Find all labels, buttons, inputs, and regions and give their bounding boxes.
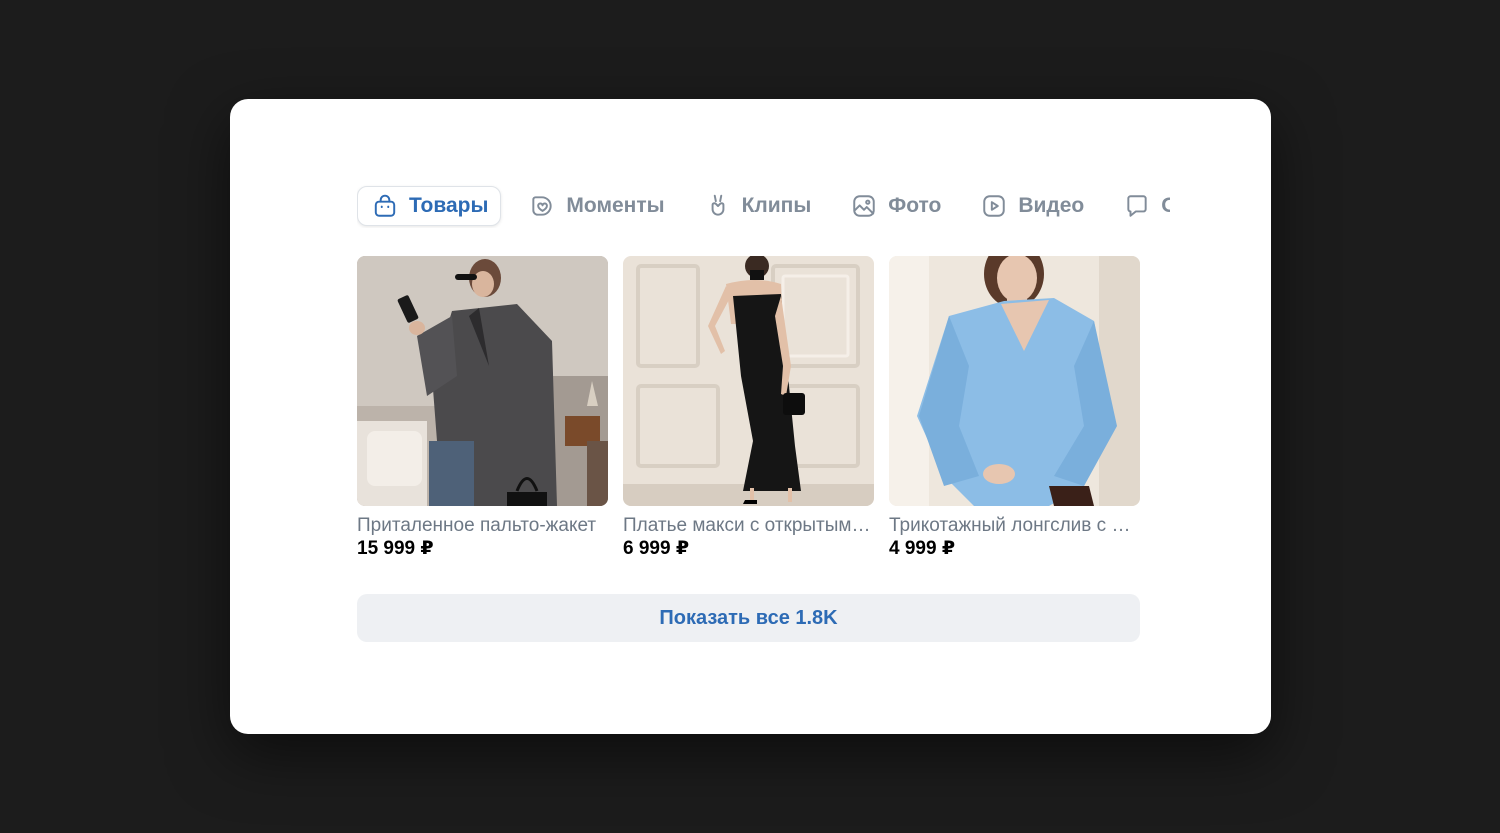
product-image-blue-longsleeve[interactable] xyxy=(889,256,1140,506)
product-card[interactable]: Трикотажный лонгслив с асимметричным выр… xyxy=(889,256,1140,561)
photo-icon xyxy=(850,192,878,220)
product-image-grey-blazer[interactable] xyxy=(357,256,608,506)
show-all-button[interactable]: Показать все 1.8K xyxy=(357,594,1140,642)
tab-moments[interactable]: Моменты xyxy=(515,186,676,226)
tab-video[interactable]: Видео xyxy=(967,186,1096,226)
tab-label: Обсуждения xyxy=(1161,194,1170,217)
product-title: Приталенное пальто-жакет xyxy=(357,515,597,536)
product-card[interactable]: Платье макси с открытыми плечами 6 999 ₽ xyxy=(623,256,874,561)
product-title: Платье макси с открытыми плечами xyxy=(623,515,874,536)
tab-label: Товары xyxy=(409,194,489,217)
video-icon xyxy=(980,192,1008,220)
tab-clips[interactable]: Клипы xyxy=(691,186,824,226)
tab-label: Видео xyxy=(1018,194,1085,217)
shopping-bag-icon xyxy=(371,192,399,220)
tab-photo[interactable]: Фото xyxy=(837,186,953,226)
product-title: Трикотажный лонгслив с асимметричным выр… xyxy=(889,515,1140,536)
tab-label: Клипы xyxy=(741,194,812,217)
tab-goods[interactable]: Товары xyxy=(357,186,502,226)
product-price: 4 999 ₽ xyxy=(889,538,956,559)
moments-icon xyxy=(528,192,556,220)
product-price: 6 999 ₽ xyxy=(623,538,690,559)
product-list: Приталенное пальто-жакет 15 999 ₽ Платье… xyxy=(357,256,1140,561)
section-tabs: Товары Моменты Клипы Фото Видео О xyxy=(357,184,1170,228)
product-image-black-dress[interactable] xyxy=(623,256,874,506)
tab-discussions[interactable]: Обсуждения xyxy=(1110,186,1170,226)
discussion-icon xyxy=(1123,192,1151,220)
tab-label: Моменты xyxy=(566,194,665,217)
clips-icon xyxy=(704,192,732,220)
tab-label: Фото xyxy=(888,194,942,217)
product-price: 15 999 ₽ xyxy=(357,538,434,559)
product-card[interactable]: Приталенное пальто-жакет 15 999 ₽ xyxy=(357,256,608,561)
products-widget-card: Товары Моменты Клипы Фото Видео О Притал… xyxy=(230,99,1271,734)
